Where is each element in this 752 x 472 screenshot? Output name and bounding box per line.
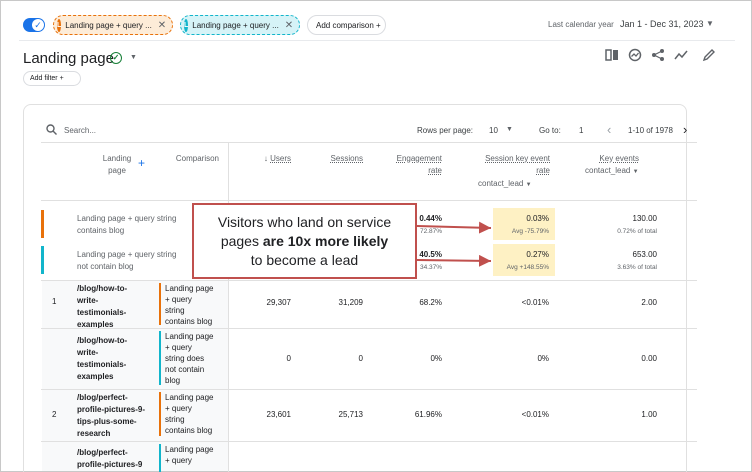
arrow-to-not-contain-blog <box>416 254 492 267</box>
callout-arrows <box>416 221 492 267</box>
arrow-to-contains-blog <box>416 221 492 234</box>
